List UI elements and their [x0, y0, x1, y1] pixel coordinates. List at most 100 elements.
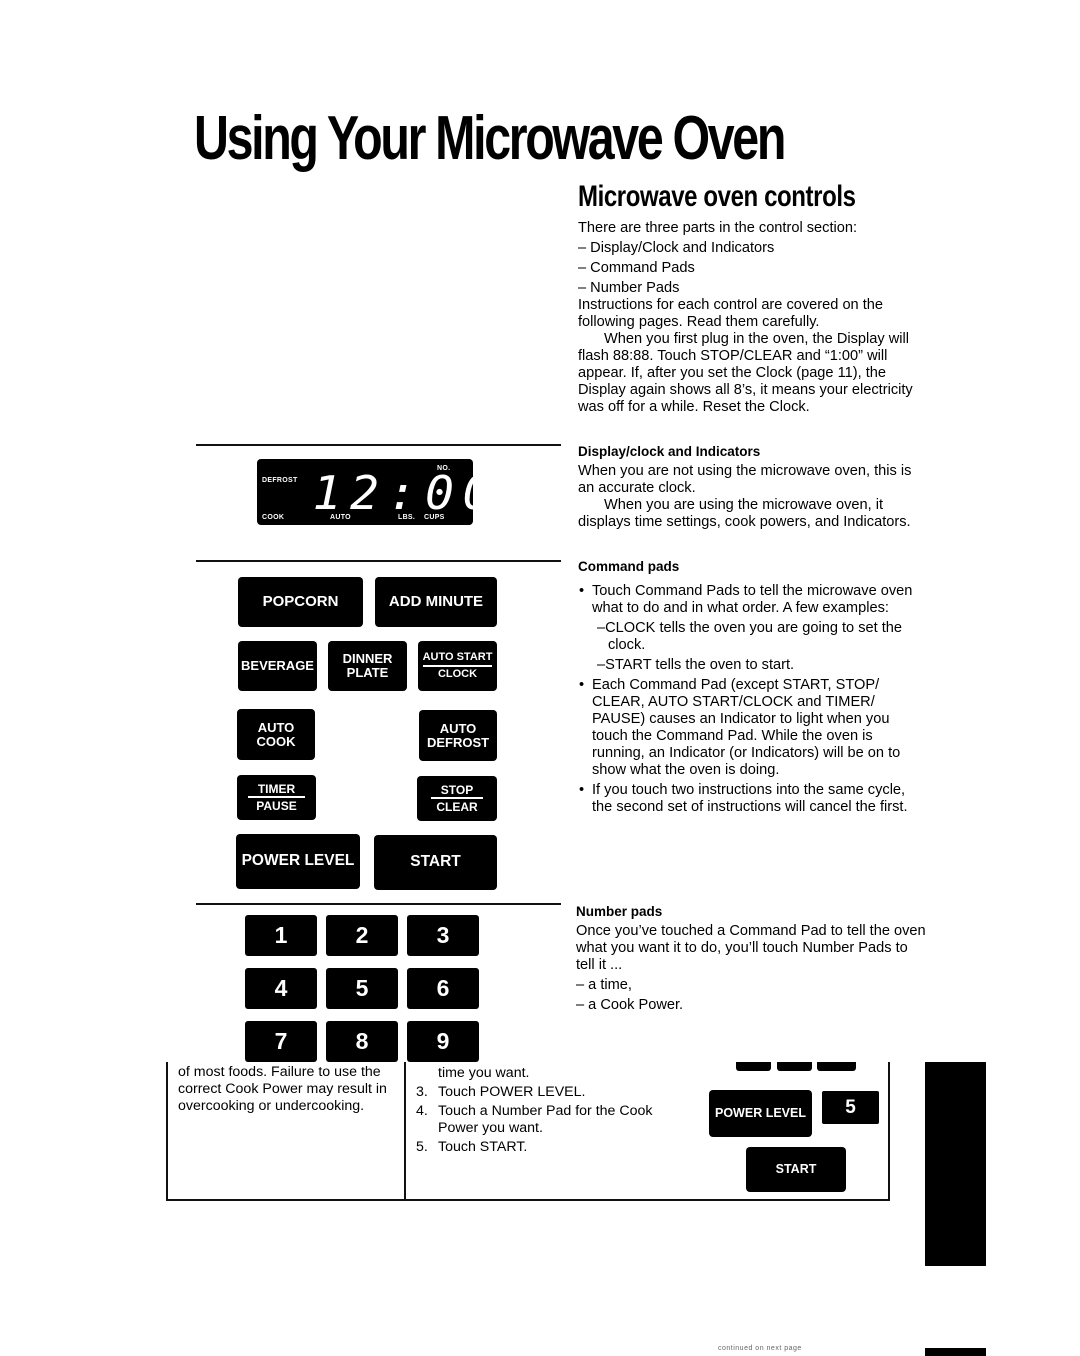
timer-label: TIMER [247, 783, 306, 798]
number-pad-4[interactable]: 4 [245, 968, 317, 1009]
display-para: When you are using the microwave oven, i… [578, 497, 911, 530]
auto-label: AUTO [439, 720, 477, 736]
add-minute-label: ADD MINUTE [388, 593, 484, 611]
power-level-pad[interactable]: POWER LEVEL [236, 834, 360, 889]
start-label: START [775, 1161, 817, 1176]
auto-defrost-pad[interactable]: AUTO DEFROST [419, 710, 497, 761]
stop-label: STOP [430, 784, 484, 799]
number-label: 5 [845, 1096, 856, 1118]
stop-clear-pad[interactable]: STOP CLEAR [417, 776, 497, 821]
number-label: 6 [436, 975, 450, 1002]
start-pad[interactable]: START [374, 835, 497, 890]
number-pad-9[interactable]: 9 [407, 1021, 479, 1062]
beverage-pad[interactable]: BEVERAGE [238, 641, 317, 691]
auto-start-clock-pad[interactable]: AUTO START CLOCK [418, 641, 497, 691]
command-heading: Command pads [578, 559, 680, 574]
power-level-label: POWER LEVEL [715, 1105, 806, 1120]
continued-note: continued on next page [718, 1345, 802, 1352]
command-example: –START tells the oven to start. [597, 657, 795, 673]
intro-block: There are three parts in the control sec… [578, 220, 928, 416]
auto-start-label: AUTO START [422, 651, 493, 667]
step-number [416, 1065, 438, 1082]
dinner-label: DINNER [342, 651, 393, 667]
divider [196, 903, 561, 905]
page-title: Using Your Microwave Oven [194, 104, 786, 173]
intro-para: Instructions for each control are covere… [578, 297, 884, 330]
number-label: 2 [355, 922, 369, 949]
number-label: 5 [355, 975, 369, 1002]
partial-pad-1 [736, 1062, 771, 1071]
divider [196, 444, 561, 446]
partial-pad-3 [777, 1062, 812, 1071]
box-left-text: of most foods. Failure to use the correc… [178, 1064, 387, 1114]
example-number-pad[interactable]: 5 [822, 1091, 879, 1124]
popcorn-pad[interactable]: POPCORN [238, 577, 363, 627]
step-item: 5. Touch START. [416, 1139, 686, 1156]
step-item: 3. Touch POWER LEVEL. [416, 1084, 686, 1101]
cook-label: COOK [256, 733, 296, 749]
number-label: 4 [274, 975, 288, 1002]
auto-cook-pad[interactable]: AUTO COOK [237, 709, 315, 760]
step-text: Touch START. [438, 1139, 528, 1155]
number-para: Once you’ve touched a Command Pad to tel… [576, 923, 926, 973]
command-bullet: If you touch two instructions into the s… [578, 782, 928, 816]
intro-part: – Number Pads [578, 280, 680, 296]
number-heading: Number pads [576, 904, 663, 919]
number-pad-8[interactable]: 8 [326, 1021, 398, 1062]
number-pad-2[interactable]: 2 [326, 915, 398, 956]
step-number: 4. [416, 1103, 428, 1119]
number-label: 1 [274, 922, 288, 949]
command-bullet: Each Command Pad (except START, STOP/ CL… [578, 677, 928, 779]
divider [196, 560, 561, 562]
add-minute-pad[interactable]: ADD MINUTE [375, 577, 497, 627]
command-bullet: Touch Command Pads to tell the microwave… [578, 583, 928, 617]
clock-display: DEFROST COOK AUTO LBS. CUPS NO. 12:00 [257, 459, 492, 525]
display-time: 12:00 [312, 466, 500, 520]
number-section: Number pads Once you’ve touched a Comman… [576, 903, 926, 1014]
step-number: 3. [416, 1084, 428, 1100]
section-tab [925, 1062, 986, 1266]
number-item: – a time, [576, 977, 632, 993]
step-item: time you want. [416, 1065, 686, 1082]
pause-label: PAUSE [256, 798, 297, 813]
number-item: – a Cook Power. [576, 997, 684, 1013]
clear-label: CLEAR [436, 799, 478, 814]
number-pad-1[interactable]: 1 [245, 915, 317, 956]
steps-list: time you want. 3. Touch POWER LEVEL. 4. Touc… [416, 1065, 686, 1158]
number-label: 8 [355, 1028, 369, 1055]
section-tab-small [925, 1348, 986, 1356]
number-pad-6[interactable]: 6 [407, 968, 479, 1009]
box-divider [404, 1062, 406, 1200]
section-title: Microwave oven controls [578, 180, 856, 213]
partial-pad-0 [817, 1062, 856, 1071]
auto-label: AUTO [257, 719, 295, 735]
dinner-plate-pad[interactable]: DINNER PLATE [328, 641, 407, 691]
timer-pause-pad[interactable]: TIMER PAUSE [237, 775, 316, 820]
start-label: START [410, 853, 461, 871]
command-example: –CLOCK tells the oven you are going to s… [597, 620, 903, 653]
display-heading: Display/clock and Indicators [578, 444, 761, 459]
step-text: Touch POWER LEVEL. [438, 1084, 586, 1100]
display-section: Display/clock and Indicators When you ar… [578, 443, 928, 531]
intro-para: When you first plug in the oven, the Dis… [578, 331, 913, 415]
display-para: When you are not using the microwave ove… [578, 463, 912, 496]
defrost-label: DEFROST [426, 734, 490, 750]
power-level-label: POWER LEVEL [241, 852, 355, 870]
number-label: 7 [274, 1028, 288, 1055]
beverage-label: BEVERAGE [241, 658, 314, 674]
number-pad-7[interactable]: 7 [245, 1021, 317, 1062]
intro-part: – Display/Clock and Indicators [578, 240, 775, 256]
number-label: 9 [436, 1028, 450, 1055]
example-power-level-pad[interactable]: POWER LEVEL [709, 1090, 812, 1137]
step-text: time you want. [438, 1065, 530, 1081]
step-item: 4. Touch a Number Pad for the Cook Power … [416, 1103, 686, 1137]
number-pad-3[interactable]: 3 [407, 915, 479, 956]
intro-lead: There are three parts in the control sec… [578, 220, 858, 236]
step-number: 5. [416, 1139, 428, 1155]
intro-part: – Command Pads [578, 260, 695, 276]
step-text: Touch a Number Pad for the Cook Power yo… [438, 1103, 653, 1136]
example-start-pad[interactable]: START [746, 1147, 846, 1192]
number-label: 3 [436, 922, 450, 949]
number-pad-5[interactable]: 5 [326, 968, 398, 1009]
popcorn-label: POPCORN [262, 593, 339, 611]
